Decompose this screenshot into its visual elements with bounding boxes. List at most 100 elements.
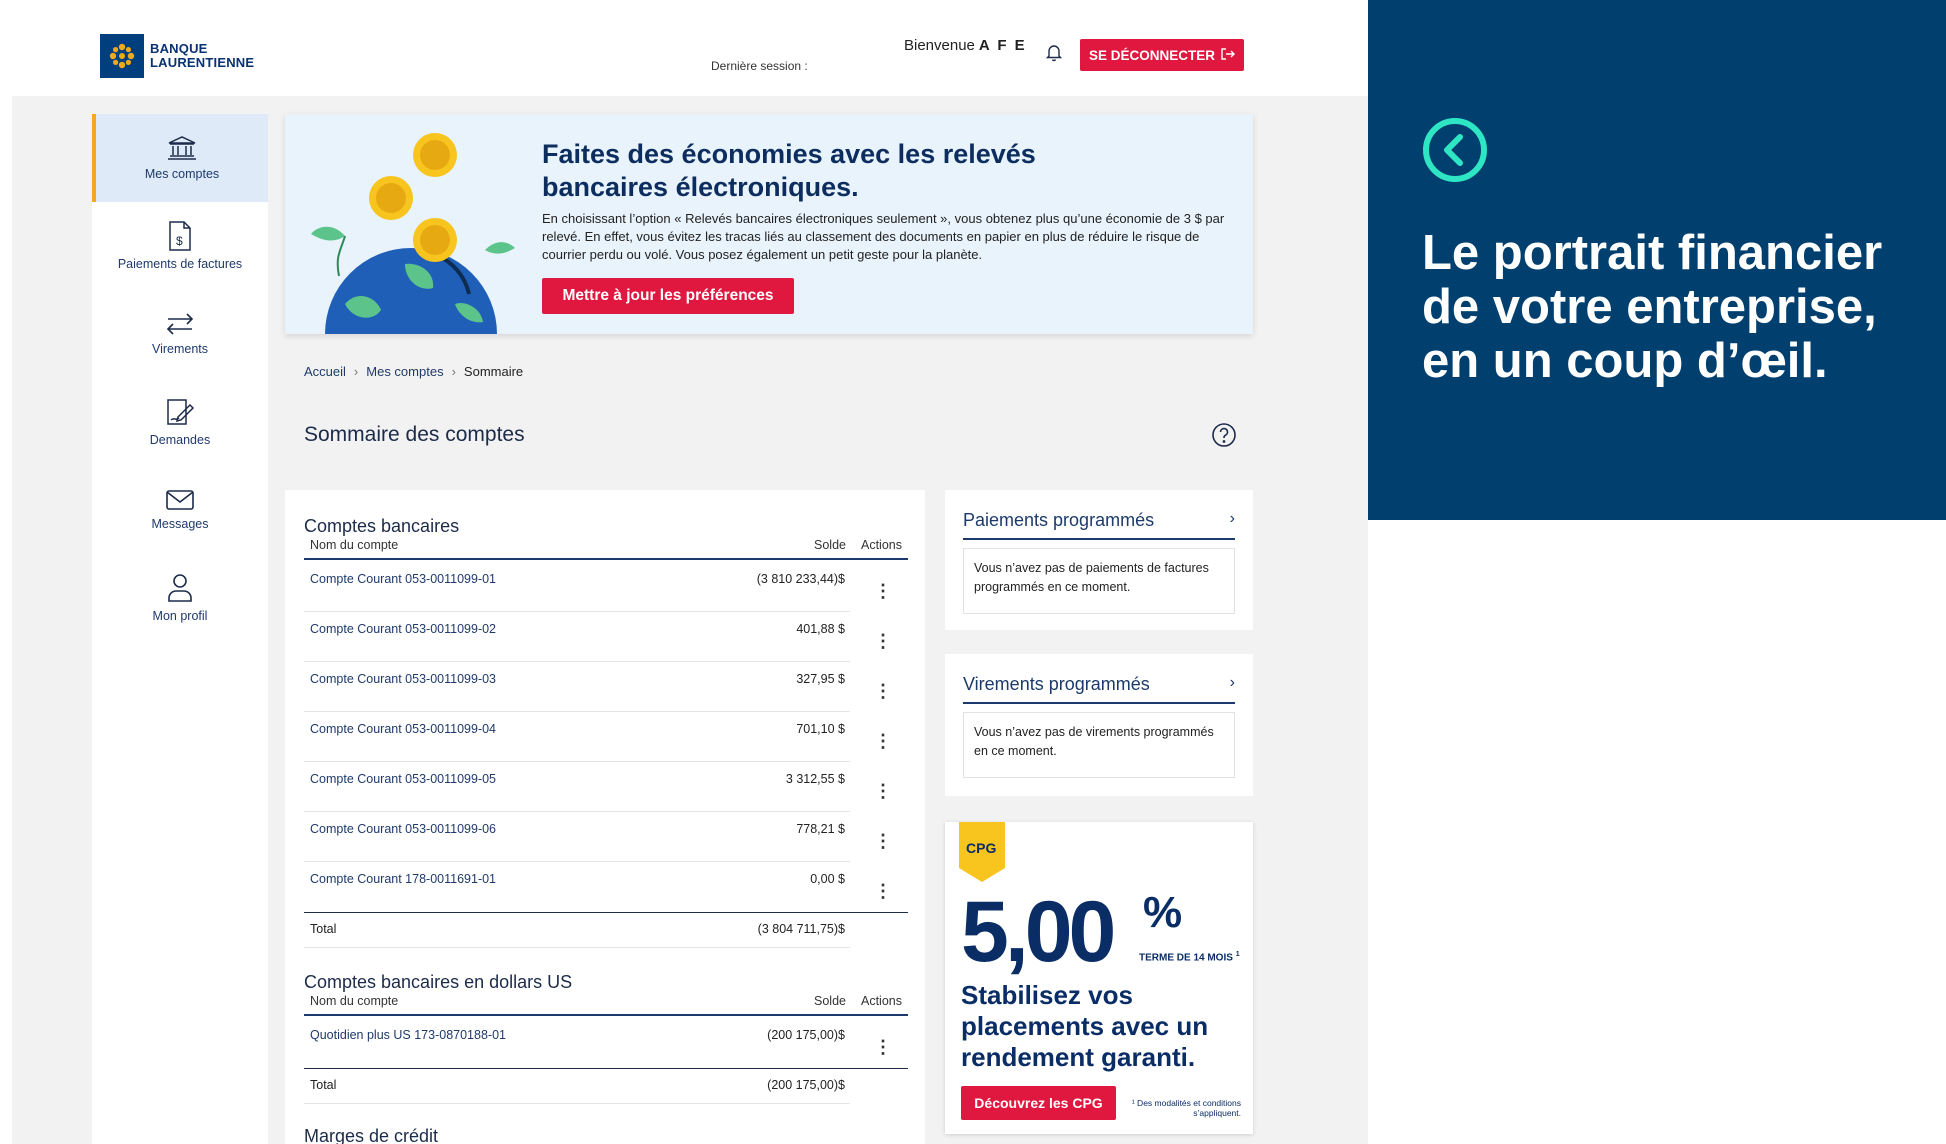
scheduled-transfers-card: Virements programmés › Vous n’avez pas d…: [945, 654, 1253, 796]
svg-text:$: $: [176, 234, 183, 248]
more-actions-icon[interactable]: ⋮: [874, 832, 892, 850]
promo-headline: Le portrait financier de votre entrepris…: [1422, 226, 1883, 388]
sidebar-item-virements[interactable]: Virements: [92, 290, 268, 378]
brand-line1: BANQUE: [150, 41, 208, 56]
breadcrumb-accueil[interactable]: Accueil: [304, 364, 346, 379]
ad-headline: Stabilisez vos placements avec un rendem…: [961, 980, 1209, 1072]
account-name-link[interactable]: Compte Courant 053-0011099-05: [310, 772, 496, 786]
account-name-link[interactable]: Compte Courant 053-0011099-02: [310, 622, 496, 636]
sidebar-nav: Mes comptes $ Paiements de factures Vire…: [92, 114, 268, 1144]
earth-coins-illustration: [311, 133, 515, 334]
table-row: Compte Courant 053-0011099-06 778,21 $: [304, 812, 850, 862]
account-name-link[interactable]: Quotidien plus US 173-0870188-01: [310, 1028, 506, 1042]
account-balance: 0,00 $: [810, 872, 845, 886]
breadcrumb-mes-comptes[interactable]: Mes comptes: [366, 364, 443, 379]
chevron-right-icon: ›: [353, 364, 359, 379]
ad-rate: 5,00: [961, 884, 1116, 980]
logo-mark-icon: [100, 34, 144, 78]
scheduled-transfers-title[interactable]: Virements programmés: [963, 674, 1150, 695]
gic-ad: CPG 5,00 % TERME DE 14 MOIS 1 Stabilisez…: [945, 822, 1253, 1134]
more-actions-icon[interactable]: ⋮: [874, 732, 892, 750]
account-balance: (3 810 233,44)$: [756, 572, 845, 586]
us-accounts-title: Comptes bancaires en dollars US: [304, 972, 573, 992]
ad-term-note: 1: [1235, 951, 1240, 958]
table-row: Compte Courant 178-0011691-01 0,00 $: [304, 862, 850, 912]
sidebar-item-paiements-factures[interactable]: $ Paiements de factures: [92, 202, 268, 290]
more-actions-icon[interactable]: ⋮: [874, 882, 892, 900]
promo-panel: Le portrait financier de votre entrepris…: [1368, 0, 1946, 520]
total-label: Total: [310, 922, 337, 936]
sidebar-item-mes-comptes[interactable]: Mes comptes: [92, 114, 268, 202]
scheduled-payments-message: Vous n’avez pas de paiements de factures…: [963, 548, 1235, 614]
last-session: Dernière session :: [711, 59, 808, 73]
total-balance: (200 175,00)$: [767, 1078, 845, 1092]
chevron-right-icon[interactable]: ›: [1230, 510, 1235, 528]
more-actions-icon[interactable]: ⋮: [874, 782, 892, 800]
banner-title: Faites des économies avec les relevés ba…: [542, 139, 1036, 202]
sidebar-item-label: Mon profil: [152, 609, 208, 623]
col-balance: Solde: [814, 994, 846, 1008]
cpg-tag: CPG: [959, 822, 1005, 882]
discover-gic-button[interactable]: Découvrez les CPG: [961, 1086, 1116, 1120]
col-actions: Actions: [861, 994, 902, 1008]
scheduled-payments-title[interactable]: Paiements programmés: [963, 510, 1154, 531]
account-name-link[interactable]: Compte Courant 053-0011099-06: [310, 822, 496, 836]
account-balance: 401,88 $: [796, 622, 845, 636]
account-name-link[interactable]: Compte Courant 053-0011099-03: [310, 672, 496, 686]
request-form-icon: [167, 399, 195, 425]
back-circle-icon[interactable]: [1422, 117, 1488, 188]
account-name-link[interactable]: Compte Courant 053-0011099-04: [310, 722, 496, 736]
account-balance: 701,10 $: [796, 722, 845, 736]
total-row: Total (3 804 711,75)$: [304, 914, 850, 948]
chevron-right-icon[interactable]: ›: [1230, 674, 1235, 692]
logout-icon: [1221, 47, 1235, 63]
banner-text: En choisissant l’option « Relevés bancai…: [542, 211, 1225, 262]
table-row: Compte Courant 053-0011099-04 701,10 $: [304, 712, 850, 762]
sidebar-item-demandes[interactable]: Demandes: [92, 378, 268, 466]
sidebar-item-label: Virements: [151, 342, 209, 356]
sidebar-item-label: Messages: [151, 517, 209, 531]
card-divider: [963, 702, 1235, 704]
bell-icon[interactable]: [1044, 42, 1064, 67]
more-actions-icon[interactable]: ⋮: [874, 582, 892, 600]
welcome-text: Bienvenue A F E: [904, 37, 1027, 54]
ad-term-label: TERME DE 14 MOIS: [1139, 952, 1233, 964]
col-account-name: Nom du compte: [310, 994, 399, 1008]
transfer-arrows-icon: [166, 313, 194, 335]
more-actions-icon[interactable]: ⋮: [874, 632, 892, 650]
ad-footnote: ¹ Des modalités et conditions s’applique…: [1131, 1098, 1241, 1118]
e-statements-banner: Faites des économies avec les relevés ba…: [285, 114, 1253, 334]
account-name-link[interactable]: Compte Courant 178-0011691-01: [310, 872, 496, 886]
sidebar-item-label: Paiements de factures: [117, 257, 243, 271]
col-balance: Solde: [814, 538, 846, 552]
more-actions-icon[interactable]: ⋮: [874, 682, 892, 700]
update-preferences-button[interactable]: Mettre à jour les préférences: [542, 278, 794, 314]
logout-button[interactable]: SE DÉCONNECTER: [1080, 39, 1244, 71]
sidebar-item-messages[interactable]: Messages: [92, 466, 268, 554]
total-divider: [304, 1068, 908, 1069]
bank-accounts-title: Comptes bancaires: [304, 516, 460, 536]
breadcrumb-sommaire: Sommaire: [463, 364, 524, 379]
sidebar-item-label: Mes comptes: [144, 167, 220, 181]
bank-accounts-table-header: Nom du compte Solde Actions: [304, 536, 908, 560]
help-icon[interactable]: [1211, 422, 1237, 453]
account-balance: (200 175,00)$: [767, 1028, 845, 1042]
account-balance: 778,21 $: [796, 822, 845, 836]
total-row: Total (200 175,00)$: [304, 1070, 850, 1104]
table-row: Compte Courant 053-0011099-01 (3 810 233…: [304, 562, 850, 612]
more-actions-icon[interactable]: ⋮: [874, 1038, 892, 1056]
bank-logo[interactable]: BANQUE LAURENTIENNE: [100, 34, 254, 78]
account-name-link[interactable]: Compte Courant 053-0011099-01: [310, 572, 496, 586]
cpg-tag-label: CPG: [966, 840, 997, 856]
sidebar-item-label: Demandes: [149, 433, 211, 447]
brand-line2: LAURENTIENNE: [150, 55, 255, 70]
sidebar-item-mon-profil[interactable]: Mon profil: [92, 554, 268, 642]
total-balance: (3 804 711,75)$: [757, 922, 845, 936]
envelope-icon: [166, 490, 194, 510]
table-row: Compte Courant 053-0011099-03 327,95 $: [304, 662, 850, 712]
scheduled-payments-card: Paiements programmés › Vous n’avez pas d…: [945, 490, 1253, 630]
total-label: Total: [310, 1078, 337, 1092]
us-accounts-table-header: Nom du compte Solde Actions: [304, 992, 908, 1016]
ad-percent: %: [1143, 888, 1183, 937]
breadcrumb: Accueil › Mes comptes › Sommaire: [304, 364, 523, 379]
